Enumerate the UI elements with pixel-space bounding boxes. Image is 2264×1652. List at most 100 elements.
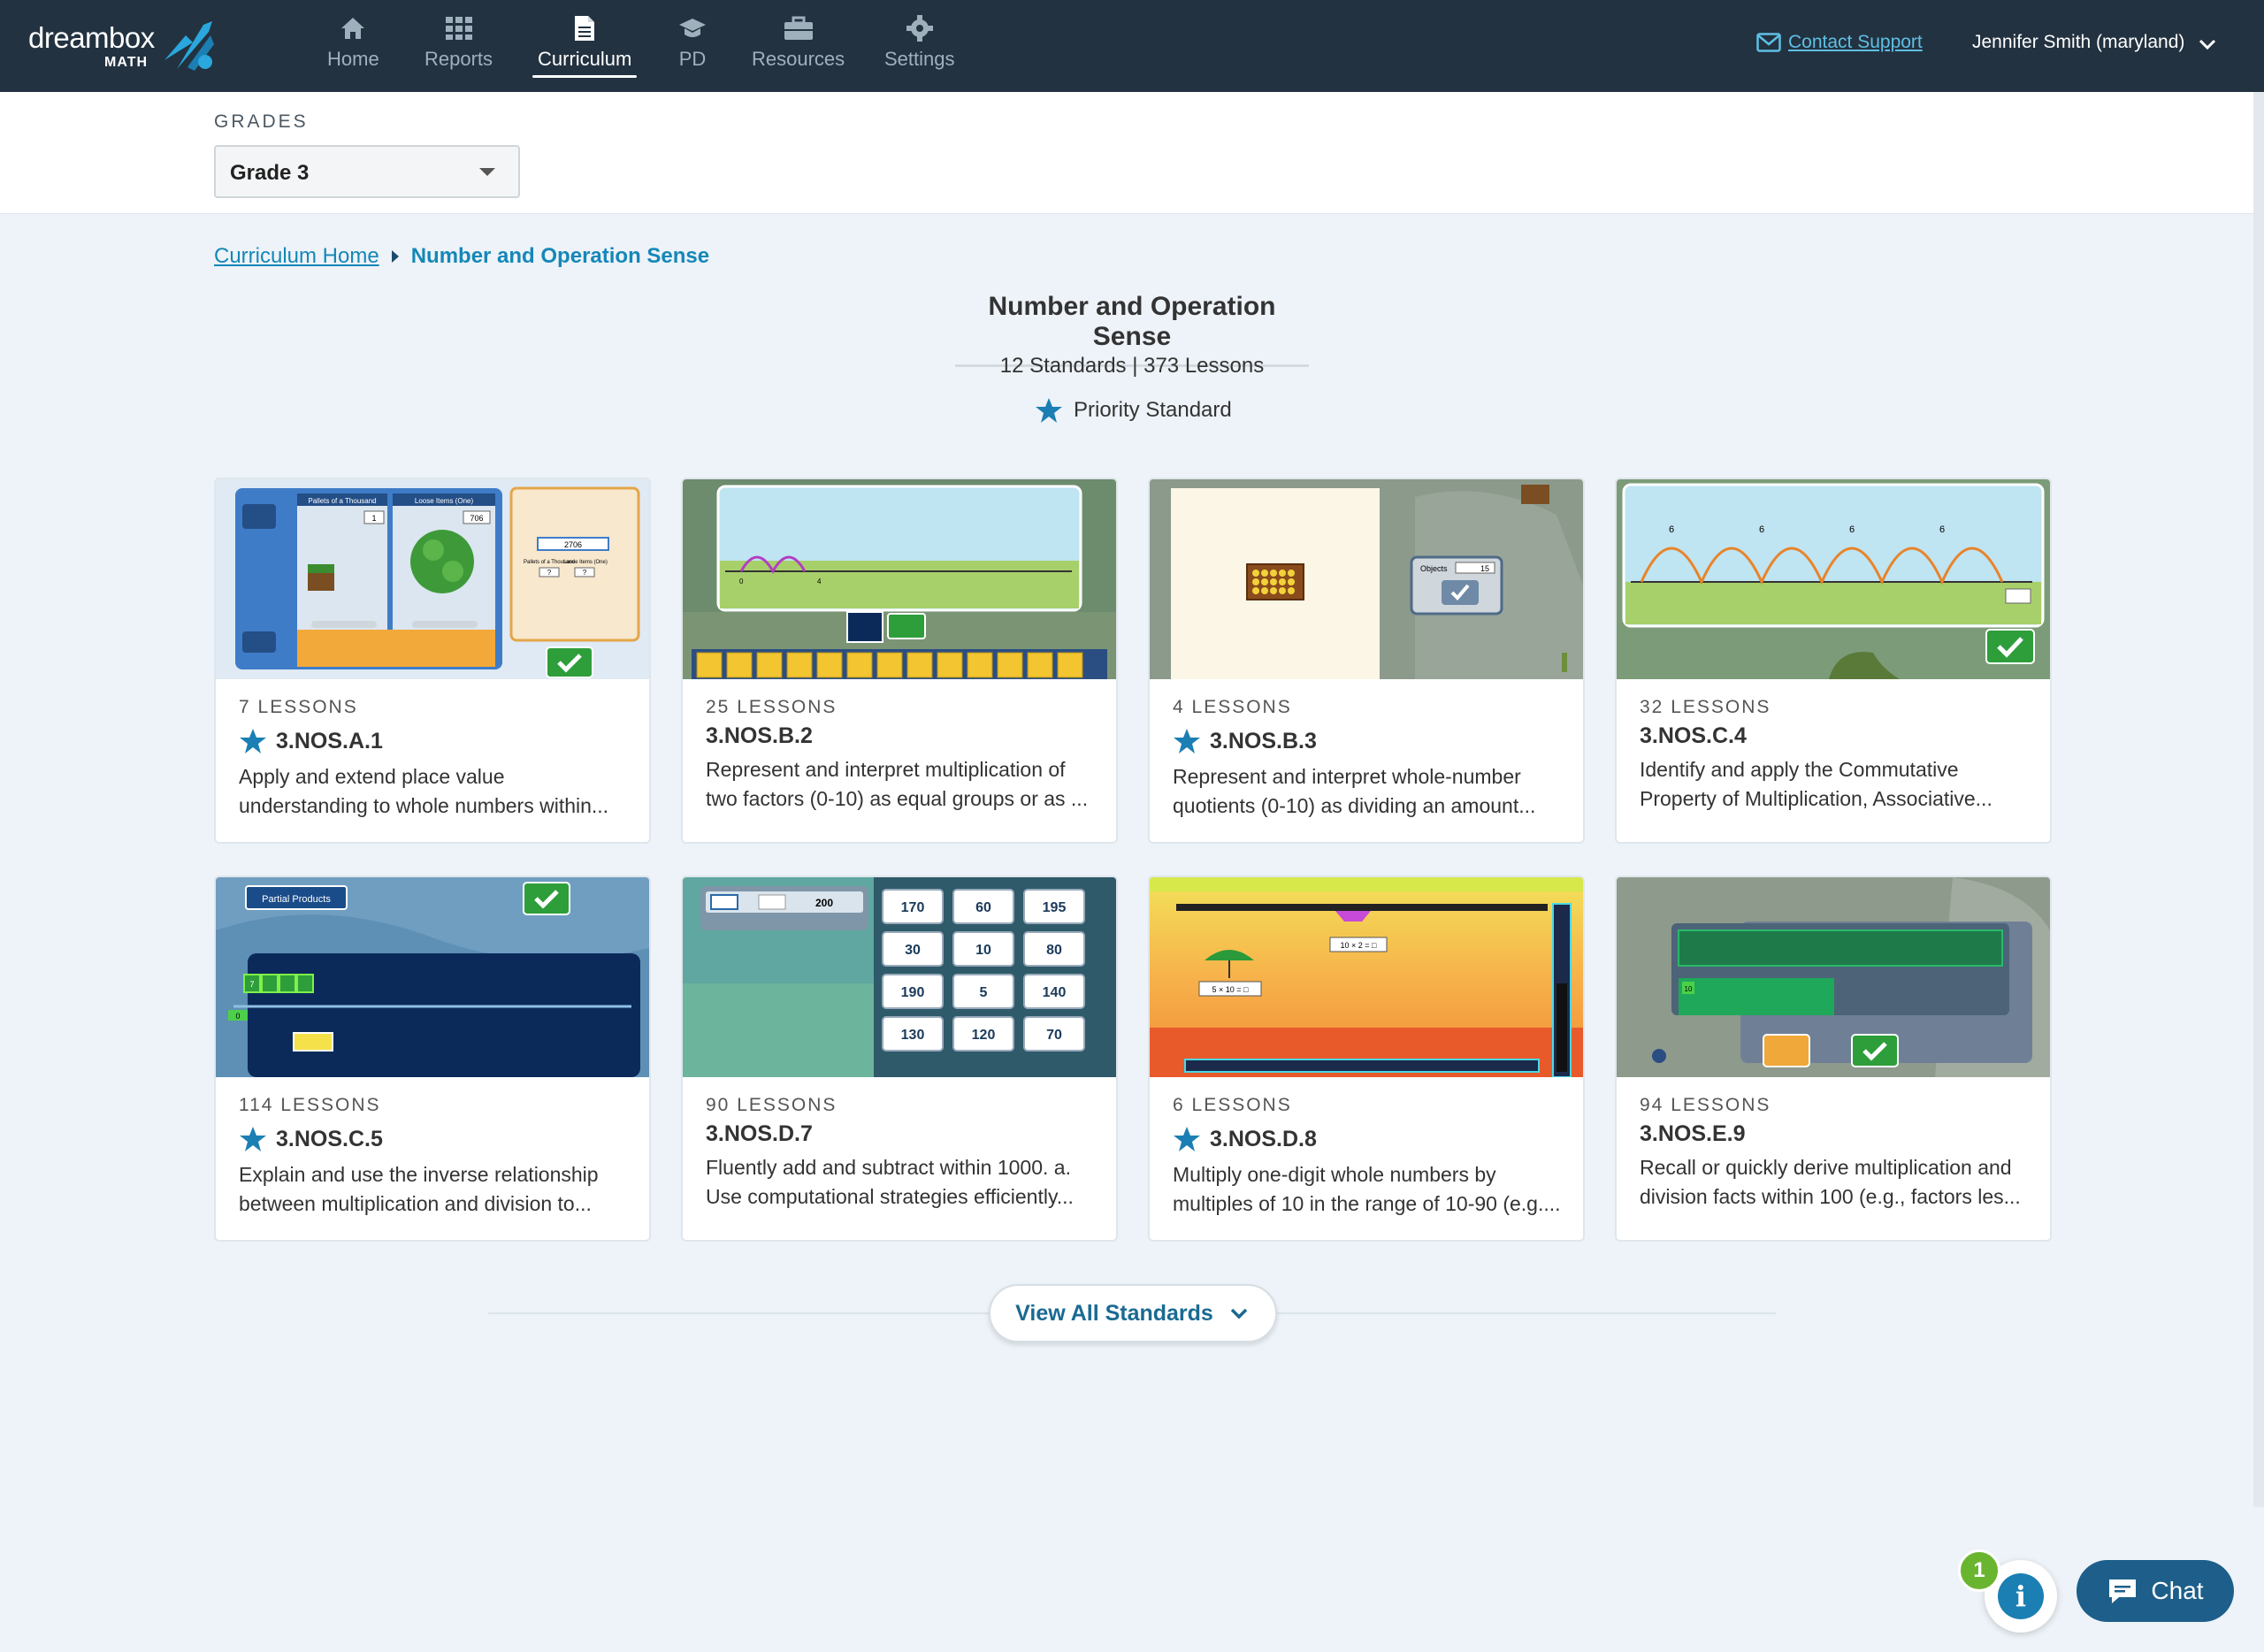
standard-card[interactable]: Objects 15 4 LESSONS 3.NOS.B.3 Represent… bbox=[1148, 478, 1585, 844]
lesson-thumbnail: 10 × 2 = □ 5 × 10 = □ bbox=[1150, 877, 1583, 1077]
nav-resources[interactable]: Resources bbox=[752, 14, 845, 78]
standard-description: Fluently add and subtract within 1000. a… bbox=[706, 1156, 1074, 1208]
user-menu[interactable]: Jennifer Smith (maryland) bbox=[1972, 32, 2184, 53]
priority-star-icon bbox=[1174, 729, 1200, 753]
standards-summary: 12 Standards | 373 Lessons bbox=[999, 354, 1265, 378]
equation-a: 10 × 2 = □ bbox=[1341, 941, 1378, 950]
standard-code: 3.NOS.D.7 bbox=[706, 1121, 813, 1147]
caret-down-icon bbox=[479, 168, 495, 176]
standard-card[interactable]: Pallets of a Thousand Loose Items (One) … bbox=[214, 478, 651, 844]
nav-curriculum-label: Curriculum bbox=[538, 48, 632, 70]
breadcrumb-curriculum-home[interactable]: Curriculum Home bbox=[214, 244, 379, 269]
nav-resources-label: Resources bbox=[752, 48, 845, 70]
nav-home-label: Home bbox=[327, 48, 379, 70]
standard-code: 3.NOS.C.5 bbox=[239, 1125, 383, 1153]
standard-code: 3.NOS.D.8 bbox=[1173, 1125, 1317, 1153]
standard-code: 3.NOS.B.3 bbox=[1173, 727, 1317, 755]
standard-code: 3.NOS.A.1 bbox=[239, 727, 383, 755]
chat-bubble-icon bbox=[2109, 1579, 2137, 1603]
home-icon bbox=[338, 14, 368, 42]
standard-description: Represent and interpret whole-number quo… bbox=[1173, 765, 1536, 817]
number-tile-label: 80 bbox=[1046, 943, 1062, 958]
objects-value: 15 bbox=[1480, 564, 1489, 573]
rocket-logo-icon bbox=[164, 21, 214, 71]
jump-4: 6 bbox=[1939, 524, 1945, 535]
number-tile-label: 195 bbox=[1043, 900, 1067, 915]
nav-pd[interactable]: PD bbox=[677, 14, 708, 78]
graduation-cap-icon bbox=[677, 14, 708, 42]
info-icon: i bbox=[1998, 1573, 2044, 1619]
lesson-count: 7 LESSONS bbox=[239, 697, 358, 717]
lesson-count: 114 LESSONS bbox=[239, 1095, 381, 1115]
panel-value: 2706 bbox=[564, 540, 582, 549]
number-tile-label: 130 bbox=[901, 1028, 925, 1043]
number-tile-label: 170 bbox=[901, 900, 925, 915]
number-tile-label: 70 bbox=[1046, 1028, 1062, 1043]
standard-card[interactable]: Partial Products 7 0 114 LESSONS 3.NOS.C… bbox=[214, 876, 651, 1242]
contact-support-label: Contact Support bbox=[1788, 32, 1923, 52]
standard-description: Explain and use the inverse relationship… bbox=[239, 1163, 599, 1215]
lesson-count: 90 LESSONS bbox=[706, 1095, 838, 1115]
partial-products-label: Partial Products bbox=[262, 894, 331, 905]
numberline-0: 0 bbox=[739, 577, 744, 585]
standard-card[interactable]: 10 94 LESSONS 3.NOS.E.9 Recall or quickl… bbox=[1615, 876, 2052, 1242]
nav-curriculum[interactable]: Curriculum bbox=[532, 14, 638, 78]
breadcrumb-current: Number and Operation Sense bbox=[410, 244, 710, 268]
standard-code-text: 3.NOS.D.7 bbox=[706, 1121, 813, 1146]
lesson-thumbnail: 0 4 bbox=[683, 479, 1116, 679]
standard-description: Recall or quickly derive multiplication … bbox=[1640, 1156, 2021, 1208]
zero-label: 0 bbox=[235, 1012, 240, 1021]
standard-code-text: 3.NOS.A.1 bbox=[276, 728, 383, 753]
grid-icon bbox=[444, 14, 474, 42]
mail-icon bbox=[1756, 33, 1781, 52]
standard-code-text: 3.NOS.B.2 bbox=[706, 723, 813, 748]
lesson-count: 32 LESSONS bbox=[1640, 697, 1771, 717]
number-tile-label: 60 bbox=[975, 900, 991, 915]
number-tile-label: 140 bbox=[1043, 985, 1067, 1000]
standard-card[interactable]: 0 4 25 LESSONS 3.NOS.B.2 Represent and i… bbox=[681, 478, 1118, 844]
priority-star-icon bbox=[1174, 1127, 1200, 1151]
chat-button[interactable]: Chat bbox=[2077, 1560, 2234, 1622]
equation-b: 5 × 10 = □ bbox=[1212, 985, 1250, 994]
grades-label: GRADES bbox=[214, 111, 309, 132]
panel-q1: ? bbox=[547, 569, 552, 577]
star-icon bbox=[1036, 398, 1062, 423]
lesson-thumbnail: Objects 15 bbox=[1150, 479, 1583, 679]
lesson-count: 4 LESSONS bbox=[1173, 697, 1292, 717]
group-label: 7 bbox=[249, 980, 254, 989]
lesson-thumbnail: 200 170 60 195 30 10 80 190 5 140 130 120 70 bbox=[683, 877, 1116, 1077]
lesson-count: 6 LESSONS bbox=[1173, 1095, 1292, 1115]
briefcase-icon bbox=[784, 14, 814, 42]
standard-code-text: 3.NOS.C.4 bbox=[1640, 723, 1747, 748]
lesson-thumbnail: 6 6 6 6 bbox=[1617, 479, 2050, 679]
grade-selected-value: Grade 3 bbox=[230, 161, 310, 185]
loose-value: 706 bbox=[470, 514, 483, 523]
standard-card[interactable]: 10 × 2 = □ 5 × 10 = □ 6 LESSONS 3.NOS.D.… bbox=[1148, 876, 1585, 1242]
nav-reports[interactable]: Reports bbox=[424, 14, 493, 78]
lesson-thumbnail: Pallets of a Thousand Loose Items (One) … bbox=[216, 479, 649, 679]
lesson-count: 94 LESSONS bbox=[1640, 1095, 1771, 1115]
nav-settings-label: Settings bbox=[884, 48, 955, 70]
number-tile-label: 5 bbox=[980, 985, 988, 1000]
nav-home[interactable]: Home bbox=[327, 14, 379, 78]
document-icon bbox=[570, 14, 600, 42]
standard-card[interactable]: 6 6 6 6 32 LESSONS 3.NOS.C.4 Identify an… bbox=[1615, 478, 2052, 844]
standard-card[interactable]: 200 170 60 195 30 10 80 190 5 140 130 120 70 90 LES… bbox=[681, 876, 1118, 1242]
grade-select[interactable]: Grade 3 bbox=[214, 145, 520, 198]
numberline-4: 4 bbox=[817, 577, 822, 585]
chat-label: Chat bbox=[2151, 1577, 2204, 1604]
tile-tag: 10 bbox=[1685, 985, 1693, 993]
gear-icon bbox=[905, 14, 935, 42]
contact-support-link[interactable]: Contact Support bbox=[1756, 32, 1923, 53]
page-scrollbar[interactable] bbox=[2253, 92, 2264, 1507]
priority-legend: Priority Standard bbox=[1035, 396, 1232, 424]
view-all-label: View All Standards bbox=[1015, 1300, 1213, 1326]
view-all-standards-button[interactable]: View All Standards bbox=[989, 1284, 1277, 1342]
dreambox-logo[interactable]: dreambox MATH bbox=[28, 18, 223, 74]
nav-settings[interactable]: Settings bbox=[884, 14, 955, 78]
priority-star-icon bbox=[240, 729, 266, 753]
standard-description: Identify and apply the Commutative Prope… bbox=[1640, 758, 1992, 810]
pallets-value: 1 bbox=[371, 514, 376, 523]
breadcrumb: Curriculum Home Number and Operation Sen… bbox=[214, 244, 709, 269]
chevron-down-icon[interactable] bbox=[2197, 34, 2218, 55]
